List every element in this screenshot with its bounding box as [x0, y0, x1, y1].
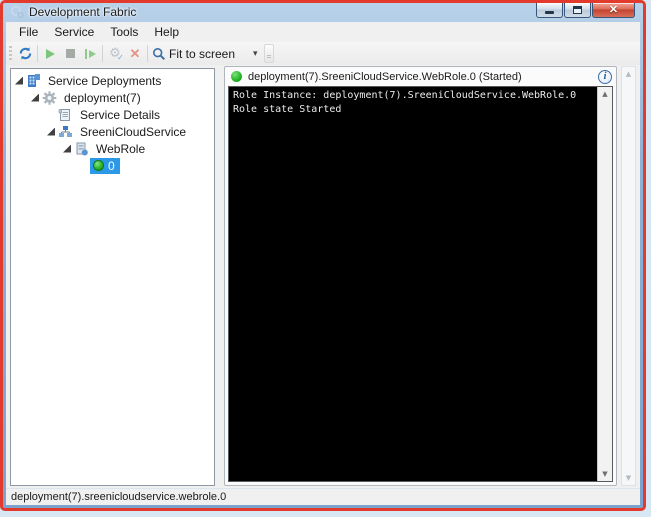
minimize-button[interactable] [536, 3, 563, 18]
expander-icon[interactable] [15, 76, 23, 85]
expander-icon[interactable] [63, 144, 71, 153]
instance-dot-icon [93, 160, 104, 171]
settings-check-button[interactable]: ⚙ ✓ [105, 44, 125, 64]
tree-item-sreenicloudservice[interactable]: SreeniCloudService [11, 123, 214, 140]
status-bar: deployment(7).sreenicloudservice.webrole… [6, 488, 640, 505]
close-icon: ✕ [608, 3, 619, 16]
start-button[interactable] [40, 44, 60, 64]
app-window: Development Fabric ✕ File Service Tools … [3, 3, 643, 508]
tree-item-label: SreeniCloudService [80, 124, 187, 139]
refresh-icon [19, 47, 31, 60]
info-icon[interactable]: i [598, 69, 612, 84]
instance-title: deployment(7).SreeniCloudService.WebRole… [248, 70, 522, 83]
menu-service[interactable]: Service [46, 23, 102, 41]
tree-item-service-deployments[interactable]: Service Deployments [11, 72, 214, 89]
console-text: Role Instance: deployment(7).SreeniCloud… [233, 89, 592, 117]
refresh-button[interactable] [15, 44, 35, 64]
zoom-value: Fit to screen [169, 46, 236, 61]
deployment-gear-icon [42, 90, 57, 105]
toolbar-separator [147, 45, 148, 62]
tree-item-instance-0[interactable]: 0 [11, 157, 214, 174]
tree-item-label: deployment(7) [64, 90, 141, 105]
title-bar[interactable]: Development Fabric ✕ [3, 3, 643, 22]
chevron-down-icon: ▾ [253, 48, 258, 59]
tree-item-label: WebRole [96, 141, 146, 156]
expander-icon[interactable] [47, 127, 55, 136]
tree-item-label: Service Deployments [48, 73, 162, 88]
tree-item-label: Service Details [80, 107, 161, 122]
step-icon [84, 48, 96, 59]
menu-help[interactable]: Help [146, 23, 187, 41]
cloud-service-icon [59, 125, 72, 137]
toolbar: ⚙ ✓ ✕ Fit to screen ▾ [6, 42, 640, 65]
restore-icon [573, 6, 582, 14]
menu-file[interactable]: File [11, 23, 46, 41]
tree-item-label: 0 [107, 158, 118, 173]
zoom-selector[interactable]: Fit to screen ▾ [152, 47, 258, 61]
console-line: Role Instance: deployment(7).SreeniCloud… [233, 90, 577, 101]
scroll-up-icon[interactable]: ▲ [622, 67, 635, 81]
restore-button[interactable] [564, 3, 591, 18]
scroll-down-icon[interactable]: ▼ [598, 467, 612, 481]
instance-panel: deployment(7).SreeniCloudService.WebRole… [224, 66, 617, 486]
tree-item-deployment-7[interactable]: deployment(7) [11, 89, 214, 106]
web-role-icon [76, 142, 88, 155]
gear-check-icon: ⚙ ✓ [109, 46, 124, 62]
console-output[interactable]: Role Instance: deployment(7).SreeniCloud… [228, 86, 613, 482]
service-tree-pane[interactable]: Service Deployments deployment(7) Servic… [10, 68, 215, 486]
app-icon [10, 5, 24, 19]
step-button[interactable] [80, 44, 100, 64]
scroll-down-icon[interactable]: ▼ [622, 471, 635, 485]
remove-button[interactable]: ✕ [125, 44, 145, 64]
service-deployments-icon [28, 73, 40, 87]
panel-scrollbar[interactable]: ▲ ▼ [621, 66, 636, 486]
stop-button[interactable] [60, 44, 80, 64]
menu-bar: File Service Tools Help [6, 22, 640, 42]
tree-item-service-details[interactable]: Service Details [11, 106, 214, 123]
annotation-border: Development Fabric ✕ File Service Tools … [0, 0, 646, 511]
toolbar-grip[interactable] [9, 45, 12, 62]
delete-x-icon: ✕ [129, 46, 141, 61]
console-scrollbar[interactable]: ▲ ▼ [597, 87, 612, 481]
menu-tools[interactable]: Tools [102, 23, 146, 41]
play-icon [45, 48, 55, 59]
magnifier-icon [152, 47, 166, 60]
status-bar-text: deployment(7).sreenicloudservice.webrole… [11, 491, 227, 503]
toolbar-overflow-handle[interactable] [263, 44, 274, 63]
window-body: File Service Tools Help ⚙ ✓ ✕ Fit to scr… [6, 22, 640, 505]
tree-item-webrole[interactable]: WebRole [11, 140, 214, 157]
stop-icon [65, 49, 75, 58]
expander-icon[interactable] [31, 93, 39, 102]
toolbar-separator [102, 45, 103, 62]
toolbar-separator [37, 45, 38, 62]
window-title: Development Fabric [29, 5, 137, 19]
minimize-icon [545, 11, 554, 14]
close-button[interactable]: ✕ [592, 3, 635, 18]
instance-panel-header: deployment(7).SreeniCloudService.WebRole… [225, 67, 616, 86]
main-content: Service Deployments deployment(7) Servic… [6, 65, 640, 488]
console-line: Role state Started [233, 104, 342, 115]
service-details-icon [58, 108, 70, 121]
scroll-up-icon[interactable]: ▲ [598, 87, 612, 101]
status-dot-icon [231, 71, 242, 82]
